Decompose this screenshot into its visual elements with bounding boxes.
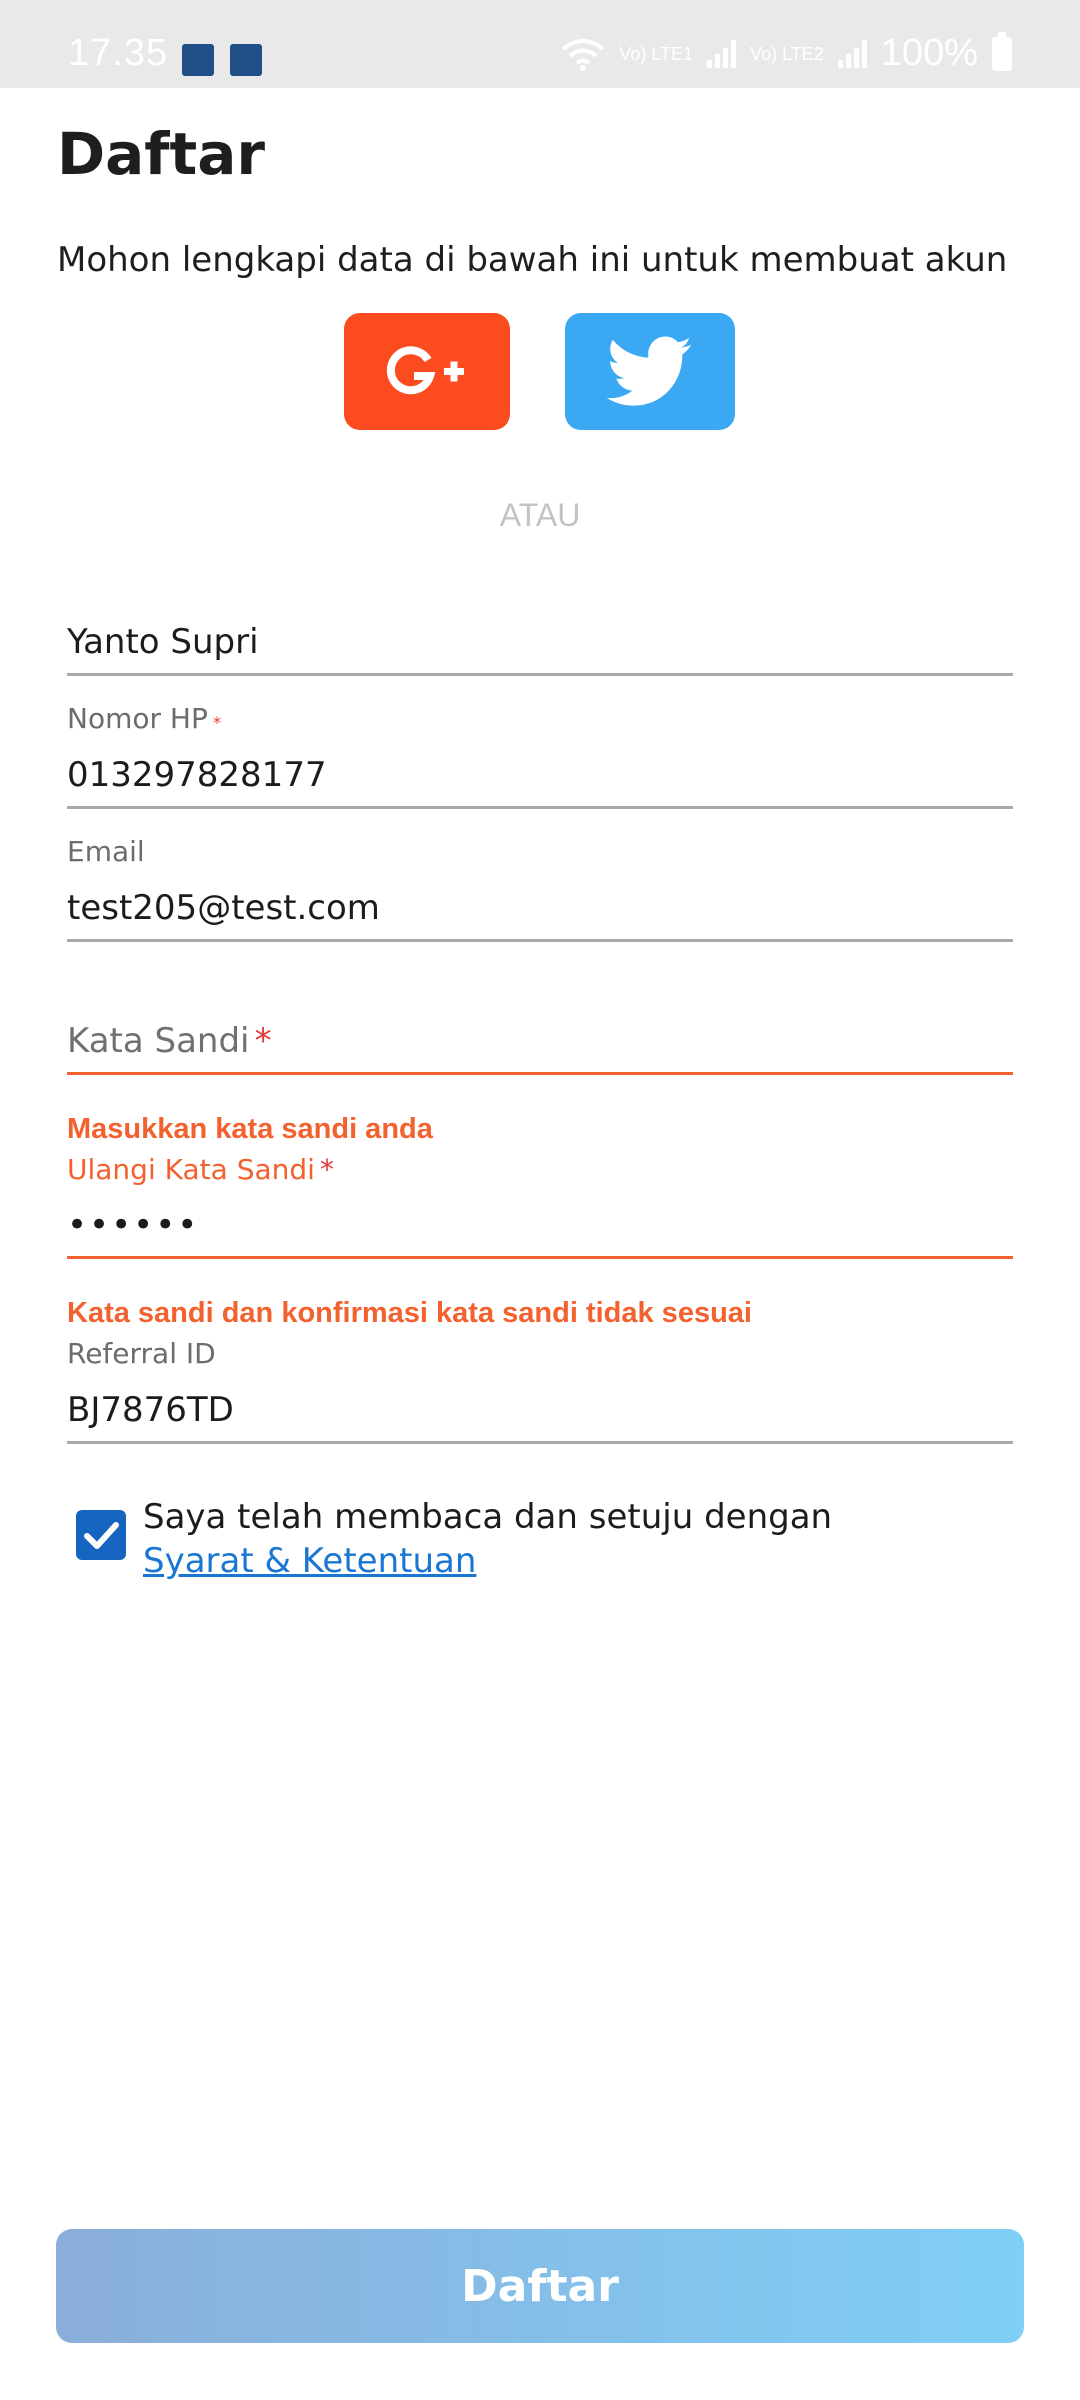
password-error: Masukkan kata sandi anda — [67, 1113, 433, 1145]
twitter-bird-icon — [607, 336, 692, 406]
phone-field[interactable]: 013297828177 — [67, 755, 1013, 795]
app-notification-icon — [230, 44, 262, 76]
battery-icon — [992, 31, 1012, 71]
terms-link[interactable]: Syarat & Ketentuan — [143, 1541, 476, 1581]
check-icon — [84, 1522, 119, 1549]
password-underline — [67, 1072, 1013, 1075]
sim2-label: Vo) LTE2 — [750, 43, 824, 64]
confirm-password-field[interactable]: •••••• — [67, 1205, 1013, 1245]
app-notification-icon — [182, 44, 214, 76]
email-field[interactable]: test205@test.com — [67, 888, 1013, 928]
required-marker: * — [320, 1153, 335, 1186]
email-underline — [67, 939, 1013, 942]
referral-value: BJ7876TD — [67, 1390, 234, 1430]
required-marker: * — [212, 713, 221, 732]
referral-underline — [67, 1441, 1013, 1444]
twitter-signup-button[interactable] — [565, 313, 735, 430]
battery-percent: 100% — [880, 32, 978, 74]
password-field[interactable]: Kata Sandi * — [67, 1021, 1013, 1061]
confirm-password-error: Kata sandi dan konfirmasi kata sandi tid… — [67, 1297, 752, 1329]
sim1-label: Vo) LTE1 — [619, 43, 694, 64]
phone-value: 013297828177 — [67, 755, 327, 795]
terms-text: Saya telah membaca dan setuju dengan Sya… — [143, 1495, 943, 1583]
name-underline — [67, 673, 1013, 676]
password-placeholder: Kata Sandi — [67, 1021, 250, 1061]
signal-icon — [707, 39, 737, 68]
status-indicators: Vo) LTE1 Vo) LTE2 100% — [561, 31, 1012, 75]
referral-field[interactable]: BJ7876TD — [67, 1390, 1013, 1430]
signal-icon — [837, 39, 867, 68]
page-title: Daftar — [57, 120, 265, 188]
referral-label: Referral ID — [67, 1337, 216, 1370]
terms-statement: Saya telah membaca dan setuju dengan — [143, 1497, 833, 1537]
wifi-icon — [562, 38, 605, 71]
name-field[interactable]: Yanto Supri — [67, 622, 1013, 662]
phone-label: Nomor HP * — [67, 702, 221, 735]
separator-text: ATAU — [499, 497, 581, 533]
confirm-password-underline — [67, 1256, 1013, 1259]
google-plus-icon — [386, 345, 464, 394]
register-button[interactable]: Daftar — [56, 2229, 1024, 2343]
email-value: test205@test.com — [67, 888, 380, 928]
page-subtitle: Mohon lengkapi data di bawah ini untuk m… — [57, 240, 1008, 280]
register-button-label: Daftar — [461, 2260, 619, 2312]
name-value: Yanto Supri — [67, 622, 259, 662]
confirm-password-value: •••••• — [67, 1205, 200, 1245]
confirm-password-label: Ulangi Kata Sandi * — [67, 1153, 335, 1186]
status-time: 17.35 — [68, 32, 169, 74]
required-marker: * — [254, 1021, 272, 1061]
email-label: Email — [67, 835, 145, 868]
phone-underline — [67, 806, 1013, 809]
terms-checkbox[interactable] — [76, 1510, 126, 1560]
google-signup-button[interactable] — [344, 313, 510, 430]
status-bar: 17.35 Vo) LTE1 Vo) LTE2 100% — [0, 0, 1080, 88]
